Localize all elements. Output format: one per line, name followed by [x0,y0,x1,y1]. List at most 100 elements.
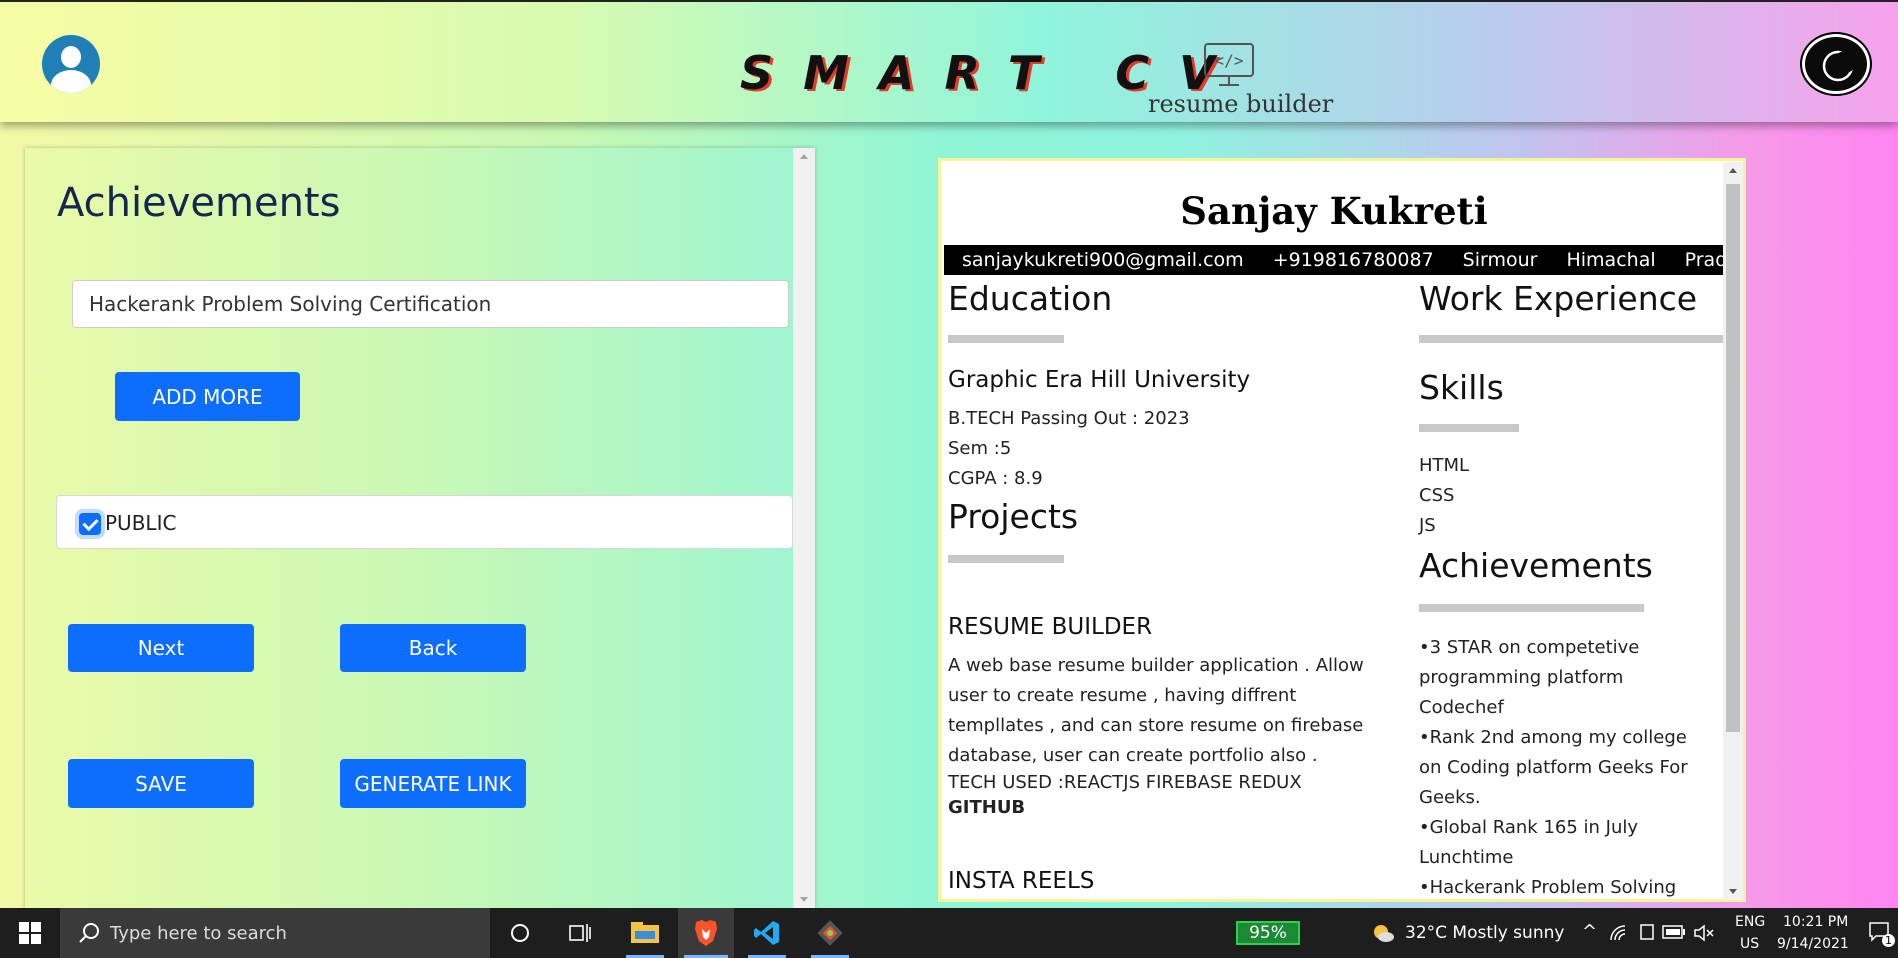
work-heading: Work Experience [1419,279,1698,318]
git-app[interactable] [805,908,855,958]
project-desc-line: database, user can create portfolio also… [948,745,1318,766]
project-description: A web base resume builder application . … [948,651,1364,821]
task-view-icon [569,924,591,942]
search-placeholder: Type here to search [110,922,287,944]
achievements-divider [1419,604,1644,612]
scrollbar-thumb[interactable] [1726,184,1740,732]
achievement-line: Codechef [1419,697,1504,718]
resume-preview: Sanjay Kukreti sanjaykukreti900@gmail.co… [938,158,1746,902]
education-heading: Education [948,279,1113,318]
windows-taskbar: Type here to search 95% 32°C Mostly sunn… [0,908,1898,958]
skills-list: HTML CSS JS [1419,451,1469,541]
achievement-line: on Coding platform Geeks For [1419,757,1688,778]
cortana-button[interactable] [500,908,540,958]
public-checkbox-row[interactable]: PUBLIC [56,495,793,549]
clock-time[interactable]: 10:21 PM [1783,914,1848,930]
generate-link-button[interactable]: GENERATE LINK [340,759,526,808]
education-line: CGPA : 8.9 [948,468,1043,489]
education-line: Sem :5 [948,438,1012,459]
vscode-app[interactable] [742,908,792,958]
taskbar-search-box[interactable]: Type here to search [60,908,490,958]
achievement-line: •3 STAR on competetive [1419,637,1640,658]
achievement-line: •Rank 2nd among my college [1419,727,1687,748]
projects-heading: Projects [948,497,1079,536]
svg-text:</>: </> [1215,51,1244,70]
education-line: B.TECH Passing Out : 2023 [948,408,1190,429]
projects-divider [948,555,1064,563]
network-icon[interactable] [1609,924,1629,942]
project-desc-line: user to create resume , having diffrent [948,685,1297,706]
project-desc-line: A web base resume builder application . … [948,655,1364,676]
achievement-line: programming platform [1419,667,1624,688]
brave-lion-icon [695,920,717,946]
scroll-down-icon[interactable] [1729,889,1737,894]
work-divider [1419,335,1725,343]
clock-date[interactable]: 9/14/2021 [1777,936,1849,952]
dark-mode-toggle[interactable] [1802,34,1870,94]
start-button[interactable] [0,908,60,958]
weather-sun-icon [1374,925,1394,942]
contact-state: Himachal [1566,249,1656,271]
contact-email: sanjaykukreti900@gmail.com [962,249,1244,271]
achievement-input[interactable] [72,280,789,328]
contact-city: Sirmour [1462,249,1538,271]
resume-name: Sanjay Kukreti [1180,189,1488,233]
file-explorer-app[interactable] [620,908,670,958]
skills-divider [1419,424,1519,432]
keyboard-region[interactable]: US [1740,936,1759,952]
project-desc-line: templlates , and can store resume on fir… [948,715,1364,736]
cortana-circle-icon [511,924,529,942]
scroll-up-icon[interactable] [1729,168,1737,173]
profile-avatar-icon[interactable] [42,35,100,93]
education-divider [948,335,1064,343]
achievement-line: •Hackerank Problem Solving [1419,877,1677,898]
form-panel-scrollbar[interactable] [793,148,815,908]
achievements-heading: Achievements [1419,546,1653,585]
volume-muted-icon[interactable] [1693,923,1715,943]
device-icon[interactable] [1638,923,1656,943]
scroll-down-icon[interactable] [800,897,808,902]
project-title: RESUME BUILDER [948,614,1153,640]
achievement-line: Geeks. [1419,787,1481,808]
code-monitor-icon: </> [1204,43,1254,86]
notification-count-badge: 1 [1882,934,1895,947]
top-header: SMART CV </> resume builder [0,0,1898,122]
school-name: Graphic Era Hill University [948,367,1251,393]
resume-scrollbar[interactable] [1723,162,1743,900]
skill-item: CSS [1419,485,1455,506]
save-button[interactable]: SAVE [68,759,254,808]
section-title: Achievements [57,180,341,226]
git-diamond-icon [817,920,843,946]
achievements-list: •3 STAR on competetive programming platf… [1419,633,1688,899]
skill-item: HTML [1419,455,1470,476]
brave-browser-app[interactable] [678,908,734,958]
project-github-link[interactable]: GITHUB [948,795,1364,821]
moon-icon [1822,50,1855,82]
resume-contact-bar: sanjaykukreti900@gmail.com +919816780087… [944,245,1743,275]
battery-icon[interactable] [1662,925,1686,939]
language-code[interactable]: ENG [1735,914,1765,930]
vscode-icon [754,921,779,945]
windows-logo-icon [19,922,41,944]
achievement-line: Lunchtime [1419,847,1514,868]
show-hidden-icons-chevron-icon[interactable]: ^ [1582,921,1597,942]
logo-subtitle: resume builder [1148,90,1334,118]
search-icon [79,923,99,943]
skill-item: JS [1419,515,1436,536]
task-view-button[interactable] [560,908,600,958]
add-more-button[interactable]: ADD MORE [115,372,300,421]
scroll-up-icon[interactable] [800,154,808,159]
public-label: PUBLIC [105,511,177,535]
back-button[interactable]: Back [340,624,526,672]
education-details: B.TECH Passing Out : 2023 Sem :5 CGPA : … [948,404,1190,494]
folder-icon [631,922,659,943]
weather-text[interactable]: 32°C Mostly sunny [1405,923,1564,943]
next-button[interactable]: Next [68,624,254,672]
skills-heading: Skills [1419,368,1504,407]
contact-phone: +919816780087 [1272,249,1434,271]
project-title: INSTA REELS [948,868,1095,894]
public-checkbox[interactable] [79,513,101,535]
achievement-line: •Global Rank 165 in July [1419,817,1639,838]
battery-percent-badge[interactable]: 95% [1236,921,1300,945]
project-desc-line: TECH USED :REACTJS FIREBASE REDUX [948,772,1302,793]
